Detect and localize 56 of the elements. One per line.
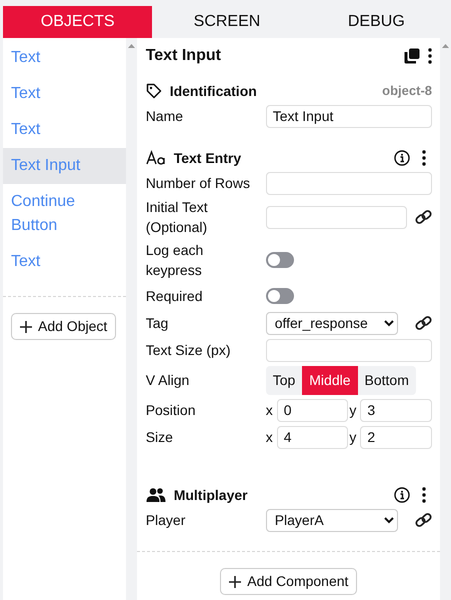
number-field[interactable]: 3 [360, 398, 432, 422]
info-icon[interactable] [394, 487, 410, 503]
section-title: Text Entry [174, 148, 242, 168]
link-icon[interactable] [415, 209, 432, 225]
object-id: object-8 [382, 82, 432, 100]
more-icon[interactable] [422, 150, 426, 166]
inspector-title: Text Input [146, 46, 221, 66]
axis-label: y [349, 428, 358, 447]
link-icon[interactable] [415, 512, 432, 528]
field-label: Log each keypress [146, 241, 204, 280]
text-field[interactable] [266, 338, 432, 362]
tag-icon [146, 83, 162, 99]
align-option[interactable]: Top [266, 366, 302, 394]
more-icon[interactable] [422, 487, 426, 503]
font-size-icon [146, 150, 166, 166]
select-field[interactable]: offer_response [266, 312, 398, 334]
field-label: Name [146, 107, 184, 126]
field-label: Required [146, 287, 204, 306]
tab[interactable]: DEBUG [302, 6, 451, 38]
copy-icon[interactable] [404, 48, 420, 64]
text-field[interactable]: Text Input [266, 104, 432, 128]
axis-label: x [266, 400, 274, 420]
add-component-button[interactable]: Add Component [220, 568, 358, 595]
field-label: Initial Text (Optional) [146, 198, 209, 237]
field-label: Position [146, 401, 196, 420]
scroll-up-icon[interactable] [442, 44, 449, 48]
axis-label: x [266, 428, 274, 446]
text-field[interactable] [266, 206, 408, 228]
tab[interactable]: OBJECTS [3, 6, 152, 38]
toggle-switch[interactable] [266, 252, 294, 268]
number-field[interactable]: 4 [276, 426, 348, 448]
align-option[interactable]: Bottom [358, 366, 416, 394]
tab[interactable]: SCREEN [152, 6, 302, 38]
axis-label: y [349, 400, 358, 420]
number-field[interactable]: 2 [360, 426, 432, 448]
align-option[interactable]: Middle [302, 366, 358, 394]
text-field[interactable] [266, 172, 432, 194]
field-label: Player [146, 511, 186, 530]
field-label: V Align [146, 371, 190, 390]
section-title: Multiplayer [174, 486, 248, 505]
field-label: Tag [146, 314, 170, 333]
select-field[interactable]: PlayerA [266, 508, 398, 532]
scroll-up-icon[interactable] [128, 44, 135, 48]
number-field[interactable]: 0 [276, 398, 348, 422]
section-title: Identification [170, 82, 257, 100]
field-label: Number of Rows [146, 174, 251, 193]
link-icon[interactable] [415, 315, 432, 331]
field-label: Text Size (px) [146, 341, 232, 360]
field-label: Size [146, 428, 174, 447]
plus-icon [229, 576, 242, 588]
more-icon[interactable] [428, 48, 432, 64]
add-object-button[interactable]: Add Object [11, 313, 116, 340]
users-icon [146, 487, 166, 503]
toggle-switch[interactable] [266, 288, 294, 304]
info-icon[interactable] [394, 150, 410, 166]
plus-icon [20, 320, 32, 332]
